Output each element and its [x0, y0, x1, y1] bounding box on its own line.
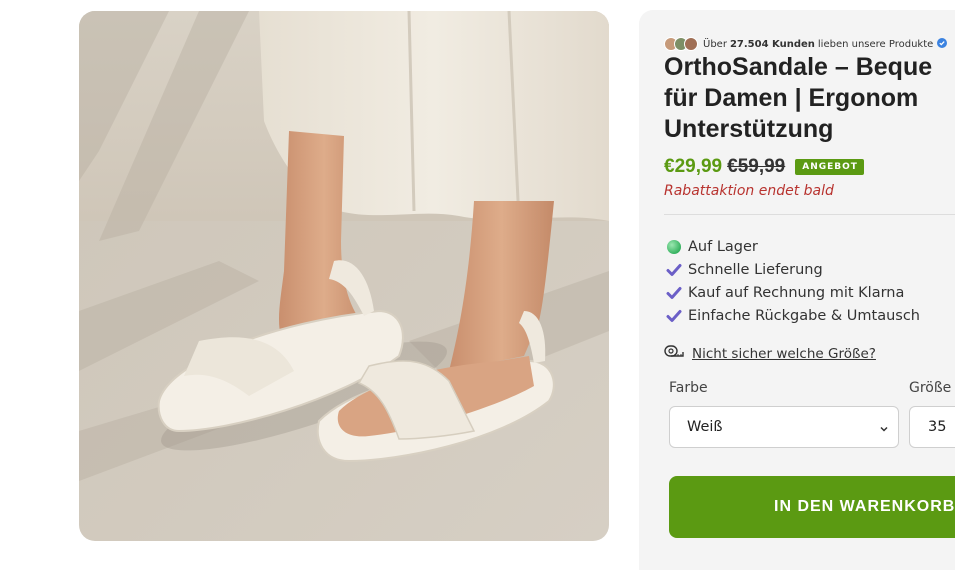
avatar	[684, 37, 698, 51]
feature-list: Auf Lager Schnelle Lieferung Kauf auf Re…	[666, 235, 920, 327]
size-label: Größe	[909, 380, 952, 396]
customer-avatars	[664, 37, 698, 51]
product-image	[79, 11, 609, 541]
promo-text: Rabattaktion endet bald	[664, 183, 834, 199]
feature-label: Kauf auf Rechnung mit Klarna	[688, 284, 905, 301]
add-to-cart-button[interactable]: IN DEN WARENKORB	[669, 476, 955, 538]
feature-item: Einfache Rückgabe & Umtausch	[666, 304, 920, 327]
feature-label: Einfache Rückgabe & Umtausch	[688, 307, 920, 324]
color-select[interactable]: Weiß	[669, 406, 899, 448]
size-guide: Nicht sicher welche Größe?	[664, 345, 876, 363]
product-title-line: OrthoSandale – Beque	[664, 53, 933, 81]
social-proof: Über 27.504 Kunden lieben unsere Produkt…	[664, 37, 948, 51]
social-proof-count: 27.504 Kunden	[729, 38, 815, 50]
verified-icon	[937, 37, 948, 51]
check-icon	[666, 285, 682, 301]
product-title-line: für Damen | Ergonom	[664, 84, 919, 112]
size-select-value: 35	[928, 419, 947, 435]
product-title-line: Unterstützung	[664, 115, 834, 143]
size-guide-link[interactable]: Nicht sicher welche Größe?	[692, 346, 876, 362]
current-price: €29,99	[664, 156, 723, 177]
price-row: €29,99 €59,99 ANGEBOT	[664, 154, 864, 180]
check-icon	[666, 308, 682, 324]
in-stock-dot-icon	[666, 239, 682, 255]
social-proof-suffix: lieben unsere Produkte	[817, 38, 934, 50]
size-select[interactable]: 35	[909, 406, 955, 448]
feature-item: Auf Lager	[666, 235, 920, 258]
feature-item: Schnelle Lieferung	[666, 258, 920, 281]
feature-label: Schnelle Lieferung	[688, 261, 823, 278]
original-price: €59,99	[727, 156, 786, 177]
product-title: OrthoSandale – Beque für Damen | Ergonom…	[664, 52, 955, 145]
measuring-tape-icon	[664, 345, 684, 363]
feature-label: Auf Lager	[688, 238, 758, 255]
social-proof-prefix: Über	[703, 38, 727, 50]
divider	[664, 214, 955, 215]
color-label: Farbe	[669, 380, 708, 396]
feature-item: Kauf auf Rechnung mit Klarna	[666, 281, 920, 304]
sale-badge: ANGEBOT	[795, 159, 864, 175]
chevron-down-icon	[879, 422, 889, 438]
check-icon	[666, 262, 682, 278]
color-select-value: Weiß	[687, 419, 723, 435]
